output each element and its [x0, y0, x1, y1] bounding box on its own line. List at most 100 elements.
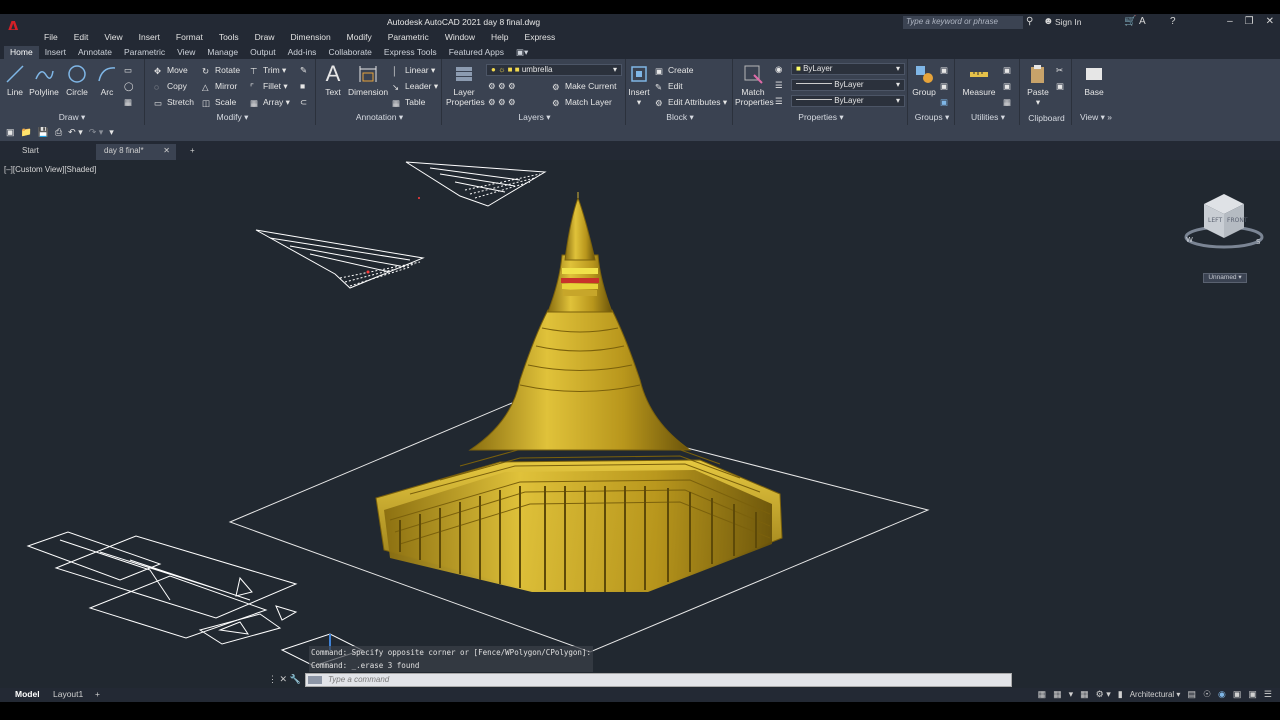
table-button[interactable]: ▦ Table [392, 97, 425, 108]
properties-panel-title[interactable]: Properties ▾ [735, 112, 907, 123]
modify-panel-title[interactable]: Modify ▾ [150, 112, 315, 123]
tab-add-ins[interactable]: Add-ins [282, 46, 323, 59]
menu-format[interactable]: Format [168, 30, 211, 46]
tab-home[interactable]: Home [4, 46, 39, 59]
stretch-button[interactable]: ▭ Stretch [154, 97, 194, 108]
block-panel-title[interactable]: Block ▾ [628, 112, 732, 123]
menu-help[interactable]: Help [483, 30, 516, 46]
undo-icon[interactable]: ↶ ▾ [68, 127, 83, 139]
layout1-tab[interactable]: Layout1 [53, 689, 83, 699]
mirror-button[interactable]: △ Mirror [202, 81, 237, 92]
binoculars-icon[interactable]: ⚲ [1026, 16, 1033, 27]
match-layer-button[interactable]: ⚙ Match Layer [552, 97, 612, 108]
menu-parametric[interactable]: Parametric [380, 30, 437, 46]
save-icon[interactable]: 💾 [38, 127, 49, 139]
measure-button[interactable]: Measure [961, 63, 997, 97]
color-wheel-icon[interactable]: ◉ [775, 64, 782, 75]
hatch-icon[interactable]: ◯ [124, 81, 134, 92]
utilities-panel-title[interactable]: Utilities ▾ [957, 112, 1019, 123]
workspace-icon[interactable]: ☉ [1203, 689, 1211, 700]
polyline-button[interactable]: Polyline [28, 63, 60, 97]
layers-panel-title[interactable]: Layers ▾ [444, 112, 625, 123]
qat-menu-icon[interactable]: ▾ [109, 127, 114, 139]
paste-button[interactable]: Paste ▾ [1026, 63, 1050, 108]
layer-tools-row-1[interactable]: ⚙ ⚙ ⚙ [488, 81, 516, 92]
new-file-icon[interactable]: ▣ [6, 127, 15, 139]
menu-modify[interactable]: Modify [339, 30, 380, 46]
print-icon[interactable]: ⎙ [55, 127, 62, 139]
menu-draw[interactable]: Draw [247, 30, 283, 46]
command-prompt-icon[interactable] [308, 676, 322, 684]
umbrella-wireframe-middle[interactable] [255, 229, 425, 289]
tab-insert[interactable]: Insert [39, 46, 72, 59]
menu-express[interactable]: Express [517, 30, 564, 46]
ungroup-icon[interactable]: ▣ [940, 65, 948, 76]
open-file-icon[interactable]: 📁 [21, 127, 32, 139]
explode-icon[interactable]: ■ [300, 81, 305, 91]
doc-tab-active[interactable]: day 8 final* ✕ [96, 144, 176, 160]
tab-annotate[interactable]: Annotate [72, 46, 118, 59]
array-button[interactable]: ▦ Array ▾ [250, 97, 290, 108]
insert-button[interactable]: Insert ▾ [628, 63, 650, 108]
offset-icon[interactable]: ⊂ [300, 97, 307, 108]
ucs-menu[interactable]: Unnamed ▾ [1203, 273, 1247, 283]
restore-icon[interactable]: ❐ [1245, 16, 1254, 27]
ortho-icon[interactable]: ▾ [1069, 689, 1074, 700]
group-edit-icon[interactable]: ▣ [940, 81, 948, 92]
help-icon[interactable]: ? [1170, 16, 1176, 27]
menu-tools[interactable]: Tools [211, 30, 247, 46]
tab-manage[interactable]: Manage [201, 46, 244, 59]
linetype-dropdown[interactable]: ByLayer ▾ [791, 79, 905, 91]
isodraft-icon[interactable]: ▦ [1080, 689, 1089, 700]
copy-clip-icon[interactable]: ▣ [1056, 81, 1064, 92]
base-button[interactable]: Base [1080, 63, 1108, 97]
doc-tab-start[interactable]: Start [14, 144, 47, 160]
create-block-button[interactable]: ▣ Create [655, 65, 694, 76]
close-icon[interactable]: ✕ [280, 674, 288, 684]
leader-button[interactable]: ↘ Leader ▾ [392, 81, 438, 92]
umbrella-wireframe-top[interactable] [405, 161, 547, 207]
layer-dropdown[interactable]: ● ☼ ■ ■ umbrella ▾ [486, 64, 622, 76]
grip-icon[interactable]: ⋮ [268, 674, 277, 684]
rectangle-icon[interactable]: ▭ [124, 65, 132, 76]
draw-panel-title[interactable]: Draw ▾ [0, 112, 144, 123]
snap-icon[interactable]: ▦ [1053, 689, 1062, 700]
pagoda-model[interactable] [375, 192, 783, 592]
gradient-icon[interactable]: ▦ [124, 97, 132, 108]
user-icon[interactable]: ☻ [1043, 16, 1054, 27]
tab-overflow-icon[interactable]: ▣▾ [510, 46, 534, 59]
close-icon[interactable]: ✕ [1266, 16, 1274, 27]
tab-view[interactable]: View [171, 46, 201, 59]
trim-button[interactable]: ⊤ Trim ▾ [250, 65, 286, 76]
edit-block-button[interactable]: ✎ Edit [655, 81, 683, 92]
lineweight-icon[interactable]: ☰ [775, 96, 783, 107]
new-tab-icon[interactable]: + [182, 144, 203, 160]
lineweight-dropdown[interactable]: ByLayer ▾ [791, 95, 905, 107]
drawing-canvas[interactable] [0, 160, 1280, 688]
cut-icon[interactable]: ✂ [1056, 65, 1063, 76]
help-search-input[interactable]: Type a keyword or phrase [903, 16, 1023, 29]
units-dropdown[interactable]: Architectural ▾ [1130, 690, 1181, 699]
groups-panel-title[interactable]: Groups ▾ [910, 112, 954, 123]
layer-tools-row-2[interactable]: ⚙ ⚙ ⚙ [488, 97, 516, 108]
menu-dimension[interactable]: Dimension [283, 30, 339, 46]
compass-w[interactable]: W [1186, 236, 1193, 244]
move-button[interactable]: ✥ Move [154, 65, 188, 76]
tab-express-tools[interactable]: Express Tools [378, 46, 443, 59]
command-input[interactable]: Type a command [305, 673, 1012, 687]
compass-s[interactable]: S [1256, 238, 1261, 246]
cart-icon[interactable]: 🛒 [1124, 16, 1136, 27]
settings-icon[interactable]: ⚙ ▾ [1096, 689, 1111, 700]
group-button[interactable]: Group [912, 63, 936, 97]
scale-button[interactable]: ◫ Scale [202, 97, 236, 108]
circle-button[interactable]: Circle [64, 63, 90, 97]
quick-select-icon[interactable]: ▣ [1003, 81, 1011, 92]
menu-edit[interactable]: Edit [66, 30, 97, 46]
tab-output[interactable]: Output [244, 46, 282, 59]
cursor-icon[interactable]: ▮ [1118, 689, 1123, 700]
text-button[interactable]: A Text [322, 63, 344, 98]
menu-window[interactable]: Window [437, 30, 483, 46]
edit-attributes-button[interactable]: ⚙ Edit Attributes ▾ [655, 97, 727, 108]
hardware-acceleration-icon[interactable]: ▣ [1233, 689, 1242, 700]
dimension-button[interactable]: Dimension [348, 63, 388, 97]
